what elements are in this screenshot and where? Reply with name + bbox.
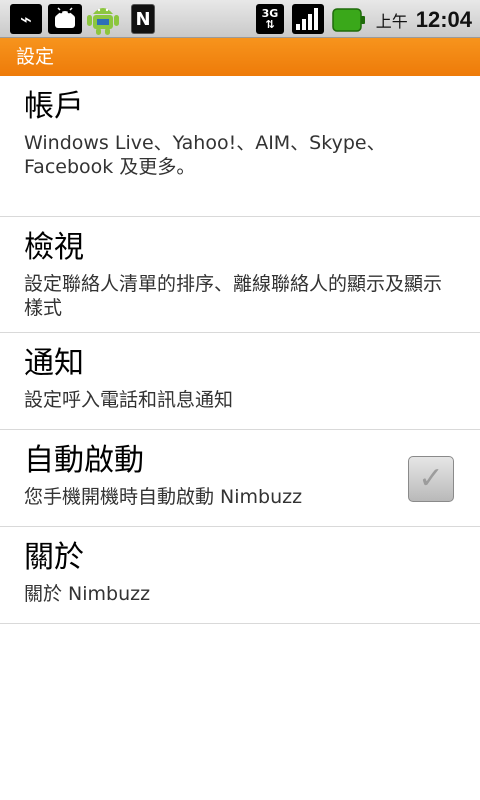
settings-item-autostart[interactable]: 自動啟動 您手機開機時自動啟動 Nimbuzz ✓	[0, 430, 480, 527]
settings-item-summary: 設定聯絡人清單的排序、離線聯絡人的顯示及顯示樣式	[24, 273, 443, 319]
settings-item-title: 檢視	[24, 230, 84, 265]
settings-item-about[interactable]: 關於 關於 Nimbuzz	[0, 527, 480, 624]
settings-item-notifications[interactable]: 通知 設定呼入電話和訊息通知	[0, 333, 480, 430]
settings-item-summary: 設定呼入電話和訊息通知	[24, 389, 234, 411]
settings-item-title: 帳戶	[24, 89, 84, 124]
network-activity-arrows: ⇅	[265, 18, 275, 31]
usb-icon: ⌁	[10, 4, 42, 34]
settings-item-accounts[interactable]: 帳戶 Windows Live、Yahoo!、AIM、Skype、Faceboo…	[0, 76, 480, 217]
battery-icon	[332, 8, 366, 32]
android-market-icon	[84, 2, 122, 36]
network-3g-icon: 3G ⇅	[256, 4, 284, 34]
clock-area: 上午 12:04	[376, 4, 472, 36]
settings-item-view[interactable]: 檢視 設定聯絡人清單的排序、離線聯絡人的顯示及顯示樣式	[0, 217, 480, 333]
ampm-label: 上午	[375, 12, 408, 31]
status-bar: ⌁ N 3G ⇅ 上午 12:04	[0, 0, 480, 38]
settings-list: 帳戶 Windows Live、Yahoo!、AIM、Skype、Faceboo…	[0, 76, 480, 624]
android-debug-icon	[48, 4, 82, 34]
autostart-checkbox[interactable]: ✓	[408, 456, 454, 502]
page-title: 設定	[0, 38, 480, 76]
nimbuzz-n-icon: N	[131, 4, 155, 34]
checkmark-icon: ✓	[418, 461, 444, 496]
settings-item-title: 通知	[24, 346, 84, 381]
settings-item-title: 關於	[24, 540, 84, 575]
signal-icon	[292, 4, 324, 34]
settings-item-summary: 關於 Nimbuzz	[24, 583, 151, 605]
clock-time: 12:04	[415, 7, 472, 32]
settings-item-title: 自動啟動	[24, 443, 144, 478]
settings-item-summary: 您手機開機時自動啟動 Nimbuzz	[24, 486, 303, 508]
settings-item-summary: Windows Live、Yahoo!、AIM、Skype、Facebook 及…	[24, 132, 386, 178]
